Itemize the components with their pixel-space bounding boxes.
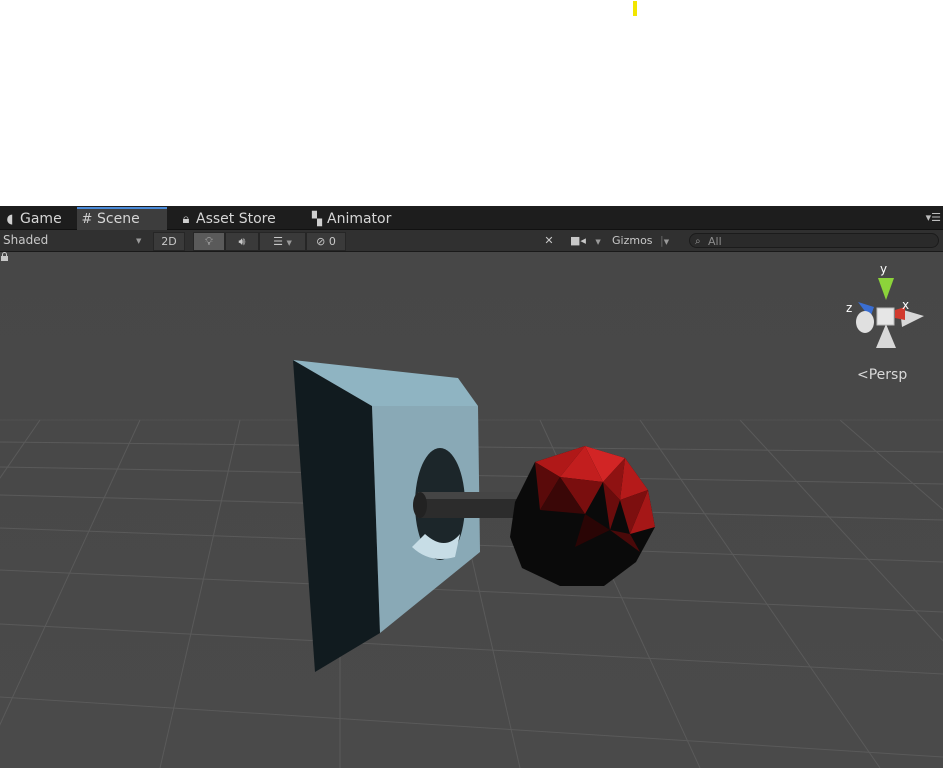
camera-dropdown-button[interactable]: ■◂ ▼ (570, 232, 608, 249)
axis-neg-z-cone[interactable] (856, 311, 874, 333)
tab-asset-store-label: Asset Store (196, 211, 276, 227)
layers-effects-icon: ☰ (273, 235, 283, 248)
gizmo-center-cube[interactable] (876, 307, 895, 326)
tab-animator-label: Animator (327, 211, 392, 227)
scene-viewport[interactable]: y x z <Persp (0, 252, 943, 768)
chevron-down-icon: ▼ (136, 237, 142, 245)
scene-search-input[interactable]: ⌕ All (689, 233, 939, 248)
editor-tab-bar: ◖ Game # Scene 🔒︎ Asset Store ▚ Animator ▾☰ (0, 206, 943, 231)
tools-settings-button[interactable]: ✕ (538, 232, 560, 249)
tab-scene[interactable]: # Scene (77, 207, 167, 231)
chevron-down-icon: ▼ (286, 239, 292, 247)
game-pacman-icon: ◖ (6, 212, 14, 227)
grid-icon: # (81, 212, 93, 227)
animator-icon: ▚ (312, 212, 322, 227)
axis-x-label: x (902, 298, 909, 312)
tab-scene-label: Scene (97, 211, 140, 227)
projection-label: Persp (868, 367, 908, 383)
eye-hidden-icon: ⊘ (316, 235, 326, 248)
search-icon: ⌕ (695, 236, 701, 247)
empty-area-above-editor (0, 0, 943, 206)
persp-chevron-icon: < (857, 367, 869, 383)
camera-icon: ■◂ (570, 234, 586, 247)
tab-animator[interactable]: ▚ Animator (307, 209, 409, 229)
shading-mode-dropdown[interactable]: Shaded ▼ (0, 232, 148, 249)
2d-toggle-label: 2D (161, 235, 177, 248)
axis-y-label: y (880, 262, 887, 276)
shaft-mesh[interactable] (413, 492, 518, 518)
speaker-icon: 🔊︎ (238, 235, 246, 248)
gizmos-label: Gizmos (612, 234, 653, 247)
effects-dropdown-button[interactable]: ☰ ▼ (259, 232, 306, 251)
scene-toolbar: Shaded ▼ 2D 💡︎ 🔊︎ ☰ ▼ ⊘ 0 ✕ ■◂ ▼ Gizmos … (0, 230, 943, 252)
lock-icon[interactable] (0, 252, 9, 261)
tools-icon: ✕ (544, 234, 554, 247)
lightbulb-icon: 💡︎ (205, 235, 213, 248)
lock-bag-icon: 🔒︎ (182, 212, 190, 227)
scene-render: y x z (0, 252, 943, 768)
hidden-objects-toggle[interactable]: ⊘ 0 (306, 232, 346, 251)
tab-game[interactable]: ◖ Game (0, 209, 76, 229)
text-cursor-marker (633, 1, 637, 16)
projection-toggle[interactable]: <Persp (857, 367, 907, 383)
2d-toggle-button[interactable]: 2D (153, 232, 185, 251)
axis-z-label: z (846, 301, 852, 315)
chevron-down-icon: ▼ (663, 238, 670, 246)
lighting-toggle-button[interactable]: 💡︎ (193, 232, 225, 251)
shading-mode-label: Shaded (3, 233, 49, 247)
gizmos-dropdown[interactable]: Gizmos |▼ (612, 232, 677, 249)
chevron-down-icon: ▼ (595, 238, 601, 246)
search-placeholder: All (708, 235, 722, 248)
tab-game-label: Game (20, 211, 62, 227)
hidden-count: 0 (328, 235, 336, 248)
audio-toggle-button[interactable]: 🔊︎ (225, 232, 259, 251)
tab-menu-icon[interactable]: ▾☰ (926, 211, 941, 224)
tab-asset-store[interactable]: 🔒︎ Asset Store (176, 209, 303, 229)
